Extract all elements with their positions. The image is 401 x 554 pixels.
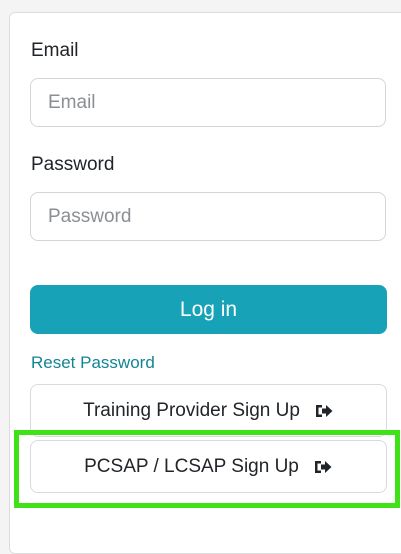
highlight-box (14, 430, 400, 508)
login-button[interactable]: Log in (30, 285, 387, 334)
password-input[interactable] (30, 192, 386, 241)
email-label: Email (31, 40, 79, 61)
sign-in-arrow-icon (314, 403, 334, 419)
reset-password-link[interactable]: Reset Password (31, 353, 155, 373)
password-label: Password (31, 154, 115, 175)
email-input[interactable] (30, 78, 386, 127)
training-provider-signup-label: Training Provider Sign Up (83, 399, 300, 421)
